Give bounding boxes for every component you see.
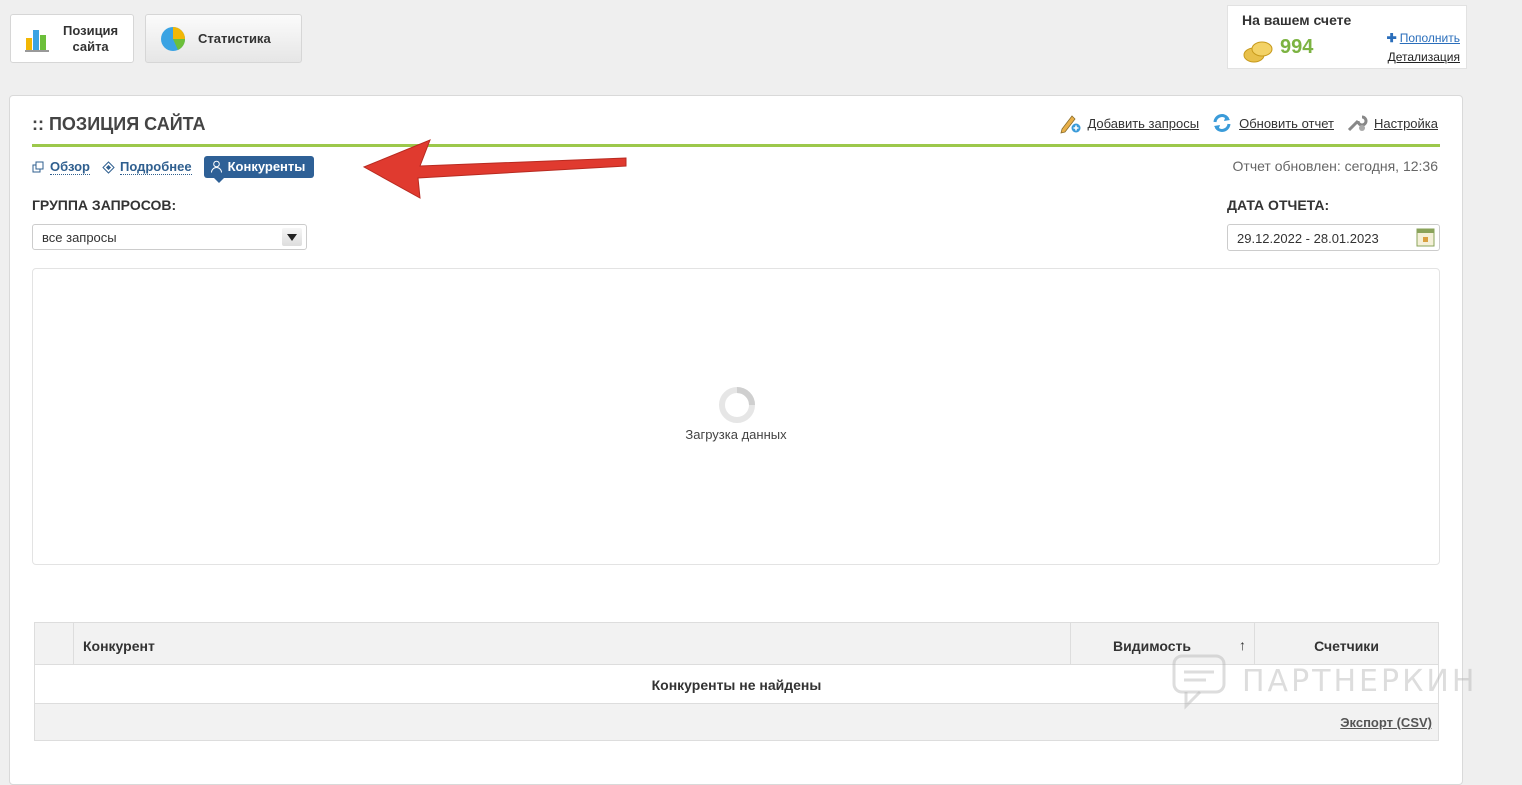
export-csv-link[interactable]: Экспорт (CSV)	[1340, 715, 1432, 730]
subtab-details-label: Подробнее	[120, 159, 192, 175]
chevron-down-icon	[282, 228, 302, 246]
query-group-select[interactable]: все запросы	[32, 224, 307, 250]
subtab-overview[interactable]: Обзор	[32, 159, 90, 175]
loading-spinner-icon	[719, 387, 755, 423]
refresh-report-label: Обновить отчет	[1239, 115, 1334, 131]
tab-site-position-label: Позиция сайта	[63, 22, 119, 54]
query-group-value: все запросы	[42, 230, 117, 245]
column-competitor[interactable]: Конкурент	[74, 623, 1071, 664]
plus-icon: ✚	[1386, 31, 1397, 45]
windows-icon	[32, 161, 44, 172]
add-queries-button[interactable]: Добавить запросы	[1059, 112, 1199, 134]
details-link[interactable]: Детализация	[1388, 50, 1460, 64]
refresh-icon	[1213, 114, 1231, 132]
report-date-value: 29.12.2022 - 28.01.2023	[1237, 231, 1379, 246]
topup-link[interactable]: ✚ Пополнить	[1387, 31, 1460, 45]
report-date-field[interactable]: 29.12.2022 - 28.01.2023	[1227, 224, 1440, 251]
sort-arrow-icon: ↑	[1239, 637, 1246, 653]
subtab-competitors-label: Конкуренты	[227, 159, 306, 174]
query-group-label: ГРУППА ЗАПРОСОВ:	[32, 197, 177, 213]
watermark-logo-icon	[1172, 654, 1226, 710]
title-divider	[32, 144, 1440, 147]
balance-value: 994	[1280, 36, 1314, 58]
balance-widget: На вашем счете 994 ✚ Пополнить Детализаци…	[1227, 5, 1467, 69]
loading-text: Загрузка данных	[685, 427, 787, 442]
diamond-icon	[102, 160, 115, 174]
annotation-arrow-icon	[362, 139, 627, 199]
settings-label: Настройка	[1374, 115, 1438, 131]
user-icon	[210, 160, 222, 173]
calendar-icon[interactable]	[1416, 228, 1435, 247]
report-date-label: ДАТА ОТЧЕТА:	[1227, 197, 1330, 213]
coins-icon	[1243, 41, 1273, 63]
wrench-icon	[1347, 115, 1368, 132]
pie-chart-icon	[161, 26, 186, 51]
report-updated-text: Отчет обновлен: сегодня, 12:36	[1232, 158, 1438, 174]
chart-loading-area: Загрузка данных	[32, 268, 1440, 565]
tab-site-position[interactable]: Позиция сайта	[10, 14, 134, 63]
balance-title: На вашем счете	[1242, 12, 1352, 28]
tab-statistics[interactable]: Статистика	[145, 14, 302, 63]
subtab-competitors[interactable]: Конкуренты	[203, 156, 315, 183]
watermark: ПАРТНЕРКИН	[1170, 652, 1477, 710]
bar-chart-icon	[25, 29, 49, 52]
header-checkbox-column	[35, 623, 74, 664]
panel-actions: Добавить запросы Обновить отчет Настройк…	[1059, 112, 1438, 134]
subtab-details[interactable]: Подробнее	[102, 159, 192, 175]
page-title: :: ПОЗИЦИЯ САЙТА	[32, 114, 206, 134]
settings-button[interactable]: Настройка	[1346, 112, 1438, 134]
subtab-overview-label: Обзор	[50, 159, 90, 175]
add-queries-label: Добавить запросы	[1087, 115, 1200, 131]
pencil-plus-icon	[1060, 115, 1081, 134]
refresh-report-button[interactable]: Обновить отчет	[1211, 112, 1334, 134]
tab-statistics-label: Статистика	[198, 30, 271, 46]
watermark-text: ПАРТНЕРКИН	[1242, 663, 1478, 699]
subtabs: Обзор Подробнее Конкуренты	[32, 156, 315, 183]
